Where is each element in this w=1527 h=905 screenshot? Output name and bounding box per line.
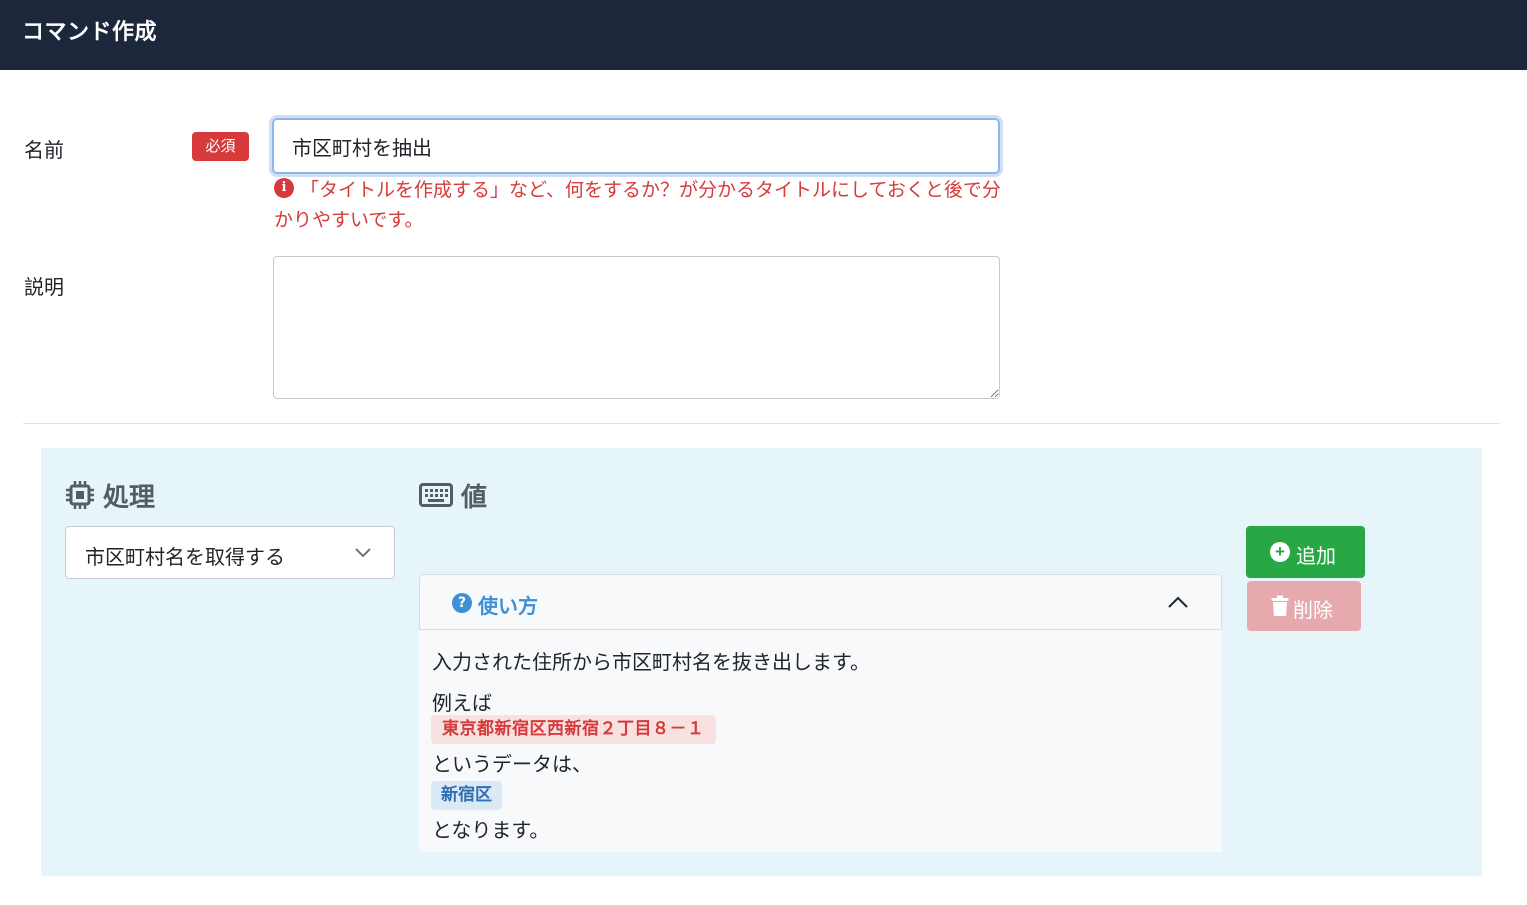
process-heading: 処理: [103, 483, 156, 513]
question-icon: ?: [452, 593, 472, 613]
usage-line: 入力された住所から市区町村名を抜き出します。: [432, 650, 870, 674]
chevron-up-icon[interactable]: [1167, 595, 1189, 609]
example-input-code: 東京都新宿区西新宿２丁目８－１: [431, 715, 716, 744]
top-bar: コマンド作成: [0, 0, 1527, 70]
section-divider: [23, 423, 1500, 424]
process-select-value: 市区町村名を取得する: [85, 545, 285, 569]
page-title: コマンド作成: [22, 20, 158, 45]
delete-button[interactable]: 削除: [1247, 581, 1361, 631]
description-textarea[interactable]: [273, 256, 1000, 399]
plus-circle-icon: +: [1270, 542, 1290, 562]
example-output-code: 新宿区: [431, 781, 502, 810]
trash-icon: [1271, 595, 1289, 616]
delete-button-label: 削除: [1293, 600, 1333, 622]
keyboard-icon: [419, 483, 453, 507]
usage-line: 例えば: [432, 691, 492, 715]
usage-title: 使い方: [478, 594, 538, 618]
usage-line: となります。: [432, 818, 550, 842]
add-button-label: 追加: [1296, 546, 1336, 568]
process-select[interactable]: 市区町村名を取得する: [65, 526, 395, 579]
add-button[interactable]: + 追加: [1246, 526, 1365, 578]
name-input[interactable]: [272, 118, 1000, 174]
name-hint: 「タイトルを作成する」など、何をするか？が分かるタイトルにしておくと後で分かりや…: [274, 179, 1001, 231]
cpu-chip-icon: [66, 481, 94, 509]
name-label: 名前: [24, 138, 64, 162]
usage-accordion-body: 入力された住所から市区町村名を抜き出します。 例えば 東京都新宿区西新宿２丁目８…: [419, 630, 1222, 852]
required-badge: 必須: [192, 132, 249, 161]
value-heading: 値: [461, 483, 488, 513]
chevron-down-icon: [355, 548, 371, 558]
usage-line: というデータは、: [432, 752, 592, 776]
usage-accordion-header[interactable]: ? 使い方: [419, 574, 1222, 630]
description-label: 説明: [24, 275, 64, 299]
